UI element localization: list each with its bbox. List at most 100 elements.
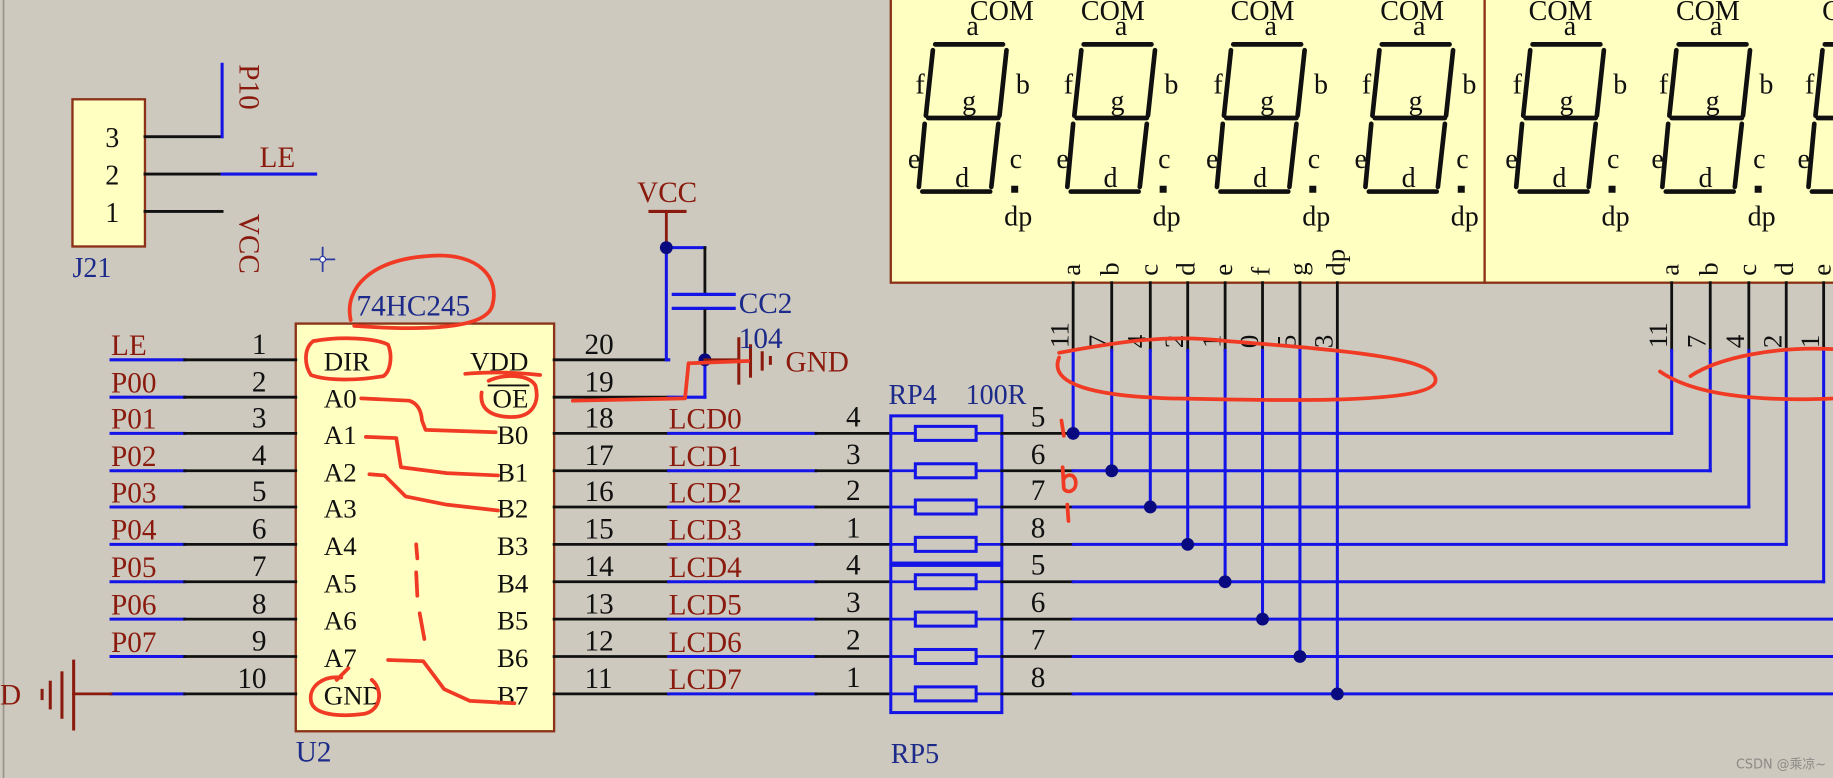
segment-label-e: e (1651, 144, 1663, 175)
segment-dp (1011, 185, 1019, 193)
com-label: COM (970, 0, 1034, 27)
ic-pin-number: 13 (585, 588, 614, 620)
segment-label-e: e (1798, 144, 1810, 175)
segment-label-c: c (1456, 144, 1468, 175)
resistor-pin-number: 6 (1031, 587, 1046, 619)
net-label-P07: P07 (111, 627, 156, 659)
segment-label-a: a (1564, 11, 1577, 42)
com-label: COM (1822, 0, 1833, 27)
net-label-P05: P05 (111, 552, 156, 584)
segment-label-dp: dp (1602, 201, 1630, 232)
junction-dot (1256, 612, 1269, 626)
junction-dot (1105, 464, 1119, 478)
ic-pin-name-A5: A5 (324, 568, 357, 598)
segment-dp (1608, 185, 1616, 193)
junction-dot (1330, 687, 1344, 701)
segment-label-dp: dp (1004, 201, 1032, 232)
segment-label-c: c (1010, 144, 1022, 175)
ic-pin-name-A0: A0 (324, 384, 357, 414)
segment-label-g: g (1409, 86, 1423, 117)
resistor-pin-number: 1 (846, 662, 861, 694)
resistor-pin-number: 5 (1031, 550, 1046, 582)
net-label-LCD2: LCD2 (669, 477, 742, 509)
ic-pin-number: 6 (252, 514, 267, 546)
display-pin-number: 4 (1720, 334, 1750, 348)
segment-label-dp: dp (1302, 201, 1330, 232)
segment-label-d: d (1253, 163, 1267, 194)
annotation-mark-1 (1059, 418, 1066, 438)
ic-pin-number: 4 (252, 440, 267, 472)
segment-label-c: c (1158, 144, 1170, 175)
segment-label-g: g (1111, 86, 1125, 117)
display-pin-label-e: e (1208, 264, 1238, 276)
ic-pin-number: 7 (252, 551, 267, 583)
resistor-pin-number: 6 (1031, 439, 1046, 471)
resistor-pin-number: 7 (1031, 625, 1046, 657)
net-label-P02: P02 (111, 441, 156, 473)
display-pin-label-b: b (1693, 262, 1723, 275)
segment-label-c: c (1607, 144, 1619, 175)
watermark: CSDN @乘凉~ (1736, 758, 1826, 773)
segment-label-a: a (1710, 11, 1723, 42)
ic-designator: U2 (296, 737, 332, 769)
segment-label-b: b (1462, 69, 1476, 100)
net-label-LCD5: LCD5 (669, 589, 742, 621)
segment-label-c: c (1308, 144, 1320, 175)
segment-label-b: b (1016, 69, 1030, 100)
ic-pin-name-B6: B6 (497, 643, 528, 673)
ic-pin-number: 20 (585, 329, 614, 361)
connector-pin-number: 2 (105, 161, 119, 192)
annotation-mark-3 (1065, 502, 1071, 523)
ic-pin-name-B5: B5 (497, 606, 528, 636)
ic-pin-number: 9 (252, 626, 267, 658)
net-label-P06: P06 (111, 589, 156, 621)
display-pin-label-b: b (1095, 262, 1125, 275)
display-pin-label-a: a (1655, 264, 1685, 276)
ic-part-number: 74HC245 (357, 290, 471, 322)
resistor-pin-number: 2 (846, 625, 861, 657)
power-label-VCC: VCC (637, 177, 697, 209)
connector-designator: J21 (72, 253, 111, 284)
net-label-P04: P04 (111, 515, 157, 547)
annotation-dash-1 (414, 542, 420, 561)
cursor-center (319, 255, 327, 263)
display-pin-number: 11 (1044, 322, 1074, 348)
net-label-LE: LE (111, 330, 147, 362)
ic-pin-number: 1 (252, 329, 267, 361)
net-label-LCD1: LCD1 (669, 441, 742, 473)
ic-pin-name-B0: B0 (497, 420, 528, 450)
resistor-pin-number: 3 (846, 439, 861, 471)
net-label-P00: P00 (111, 368, 156, 400)
segment-label-b: b (1314, 69, 1328, 100)
ic-pin-number: 5 (252, 476, 267, 508)
seven-segment-displays: COMabcdefgdpCOMabcdefgdpCOMabcdefgdpCOMa… (889, 0, 1833, 284)
segment-label-a: a (966, 11, 979, 42)
segment-dp (1309, 185, 1317, 193)
segment-label-b: b (1759, 69, 1773, 100)
ic-pin-name-A3: A3 (324, 494, 357, 524)
net-label-LCD0: LCD0 (669, 404, 742, 436)
ic-pin-number: 10 (237, 663, 266, 695)
segment-label-e: e (1056, 144, 1068, 175)
segment-label-f: f (1064, 69, 1074, 100)
ic-pin-name-A6: A6 (324, 606, 357, 636)
com-label: COM (1529, 0, 1593, 27)
net-label-LCD4: LCD4 (669, 552, 742, 584)
net-label-LCD3: LCD3 (669, 515, 742, 547)
resistor-pin-number: 2 (846, 475, 861, 507)
junction-dot (1181, 537, 1195, 551)
ic-pin-name-DIR: DIR (324, 346, 370, 376)
display-pin-label-e: e (1807, 264, 1833, 276)
display-pin-label-d: d (1171, 262, 1201, 276)
net-label-P01: P01 (111, 404, 156, 436)
junction-dot (1218, 575, 1232, 589)
display-pin-label-c: c (1732, 264, 1762, 276)
segment-label-b: b (1164, 69, 1178, 100)
ic-pin-name-B7: B7 (497, 680, 528, 710)
junction-dot (1066, 426, 1080, 440)
segment-label-f: f (915, 69, 925, 100)
segment-label-e: e (1505, 144, 1517, 175)
junction-dot (1143, 500, 1157, 514)
net-label-P10: P10 (233, 64, 265, 109)
segment-label-g: g (1559, 86, 1573, 117)
